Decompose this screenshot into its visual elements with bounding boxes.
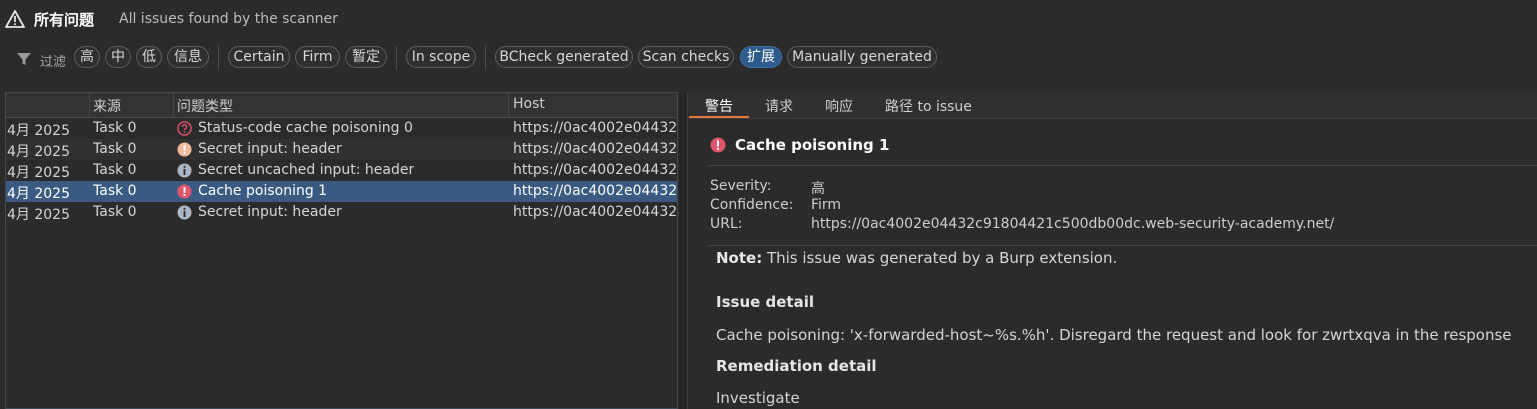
column-divider[interactable] [173,93,174,117]
filter-separator [218,46,219,70]
row-host: https://0ac4002e04432... [513,162,678,178]
active-tab-indicator [689,116,749,118]
filter-chip-info[interactable]: 信息 [167,46,209,68]
table-row[interactable]: 4月 2025 Task 0 Status-code cache poisoni… [6,118,678,139]
filter-chip-manually-generated[interactable]: Manually generated [787,46,937,68]
url-label: URL: [710,216,743,232]
header: 所有问题 All issues found by the scanner [0,0,1537,40]
question-icon [177,121,192,136]
row-time: 4月 2025 [7,186,70,202]
filter-separator [485,46,486,70]
row-host: https://0ac4002e04432... [513,120,678,136]
severity-value: 高 [811,181,825,197]
filter-chip-in-scope[interactable]: In scope [406,46,476,68]
row-source: Task 0 [93,183,137,199]
exclamation-icon [177,142,192,157]
divider [708,165,1537,166]
exclamation-icon [710,137,726,153]
tab-response[interactable]: 响应 [825,96,853,116]
row-host: https://0ac4002e04432... [513,183,678,199]
column-header-source[interactable]: 来源 [93,96,121,116]
issue-detail-text: Cache poisoning: 'x-forwarded-host~%s.%h… [716,326,1512,344]
filter-chip-low[interactable]: 低 [136,46,162,68]
column-divider[interactable] [508,93,509,117]
column-header-issue-type[interactable]: 问题类型 [177,96,233,116]
issue-detail-panel: 警告 请求 响应 路径 to issue Cache poisoning 1 S… [687,92,1537,409]
tab-path-to-issue[interactable]: 路径 to issue [885,96,972,116]
row-issue-type: Status-code cache poisoning 0 [198,120,413,136]
remediation-heading: Remediation detail [716,357,877,375]
issue-detail-heading: Issue detail [716,293,814,311]
filter-chip-certain[interactable]: Certain [228,46,290,68]
issues-table: 来源 问题类型 Host 4月 2025 Task 0 Status-code … [5,92,678,409]
remediation-text: Investigate [716,389,800,407]
info-icon [177,205,192,220]
row-time: 4月 2025 [7,165,70,181]
filter-chip-bcheck-generated[interactable]: BCheck generated [495,46,633,68]
split-pane-divider[interactable] [679,92,687,409]
row-issue-type: Secret uncached input: header [198,162,415,178]
row-time: 4月 2025 [7,207,70,223]
row-source: Task 0 [93,162,137,178]
url-value[interactable]: https://0ac4002e04432c91804421c500db00dc… [811,216,1334,232]
page-title: 所有问题 [34,11,95,29]
row-issue-type: Secret input: header [198,141,342,157]
filter-funnel-icon[interactable] [16,51,32,67]
row-host: https://0ac4002e04432... [513,141,678,157]
row-host: https://0ac4002e04432... [513,204,678,220]
confidence-label: Confidence: [710,197,794,213]
row-source: Task 0 [93,120,137,136]
page-subtitle: All issues found by the scanner [119,11,338,27]
filter-chip-extensions[interactable]: 扩展 [740,46,782,68]
severity-label: Severity: [710,178,772,194]
note-text: This issue was generated by a Burp exten… [762,249,1118,267]
extension-note: Note: This issue was generated by a Burp… [716,249,1117,267]
filter-separator [396,46,397,70]
column-header-host[interactable]: Host [513,96,545,112]
row-source: Task 0 [93,141,137,157]
exclamation-icon [177,184,192,199]
filter-chip-tentative[interactable]: 暂定 [345,46,387,68]
filter-bar: 过滤 高 中 低 信息 Certain Firm 暂定 In scope BCh… [0,44,1537,74]
row-time: 4月 2025 [7,123,70,139]
confidence-value: Firm [811,197,842,213]
filter-chip-medium[interactable]: 中 [105,46,131,68]
filter-chip-high[interactable]: 高 [74,46,100,68]
filter-chip-scan-checks[interactable]: Scan checks [638,46,734,68]
table-header: 来源 问题类型 Host [6,93,677,118]
note-label: Note: [716,249,763,267]
filter-chip-firm[interactable]: Firm [295,46,340,68]
filter-label[interactable]: 过滤 [40,51,66,70]
row-issue-type: Cache poisoning 1 [198,183,328,199]
table-row[interactable]: 4月 2025 Task 0 Secret input: header http… [6,139,678,160]
info-icon [177,163,192,178]
tab-advisory[interactable]: 警告 [705,96,733,116]
column-divider[interactable] [89,93,90,117]
row-issue-type: Secret input: header [198,204,342,220]
issue-title: Cache poisoning 1 [735,136,890,154]
tab-request[interactable]: 请求 [765,96,793,116]
warning-triangle-icon [5,10,25,28]
row-time: 4月 2025 [7,144,70,160]
divider [708,245,1537,246]
table-row-selected[interactable]: 4月 2025 Task 0 Cache poisoning 1 https:/… [6,181,678,202]
detail-tabs: 警告 请求 响应 路径 to issue [688,92,1537,119]
row-source: Task 0 [93,204,137,220]
table-row[interactable]: 4月 2025 Task 0 Secret input: header http… [6,202,678,223]
table-row[interactable]: 4月 2025 Task 0 Secret uncached input: he… [6,160,678,181]
